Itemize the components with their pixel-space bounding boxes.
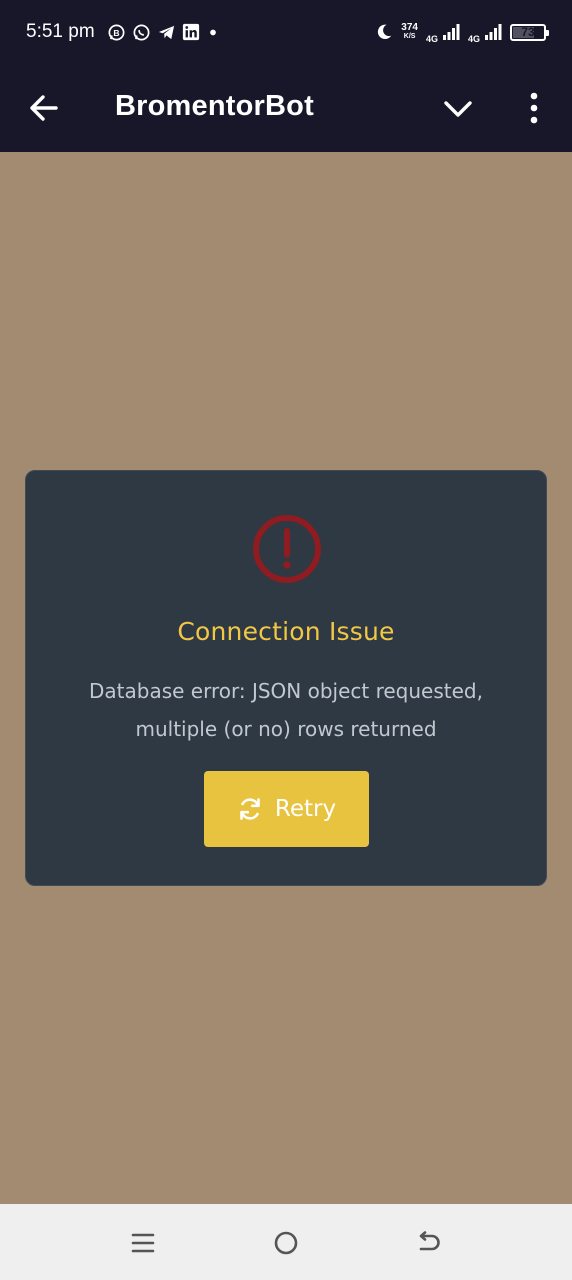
net-speed-unit: K/S [403,33,416,40]
navigation-bar [0,1204,572,1280]
status-right: 374 K/S 4G 4G 73 [375,20,549,44]
network-type-1: 4G [425,34,438,44]
status-bar: 5:51 pm B 374 K/S 4G 4G 73 [0,0,572,64]
home-circle-icon[interactable] [271,1228,301,1258]
top-bar: 5:51 pm B 374 K/S 4G 4G 73 BromentorBot [0,0,572,152]
signal-icon-1 [442,24,460,40]
svg-text:B: B [113,27,119,37]
net-speed: 374 K/S [401,23,418,41]
chevron-down-icon[interactable] [442,98,474,120]
retry-button[interactable]: Retry [204,771,369,847]
dot-icon [209,29,216,35]
network-type-2: 4G [467,34,480,44]
linkedin-icon [182,23,199,41]
error-circle-icon [253,515,321,583]
battery-percentage: 73 [521,25,535,39]
error-message: Database error: JSON object requested, m… [66,672,506,748]
error-card: Connection Issue Database error: JSON ob… [25,470,547,886]
telegram-icon [158,25,174,39]
back-arrow-icon[interactable] [28,94,60,122]
error-message-line-2: multiple (or no) rows returned [135,717,437,741]
retry-label: Retry [274,796,337,822]
status-time: 5:51 pm [26,21,95,42]
back-nav-icon[interactable] [414,1228,444,1258]
net-speed-value: 374 [401,22,418,33]
whatsapp-business-icon: B [108,24,125,40]
recents-menu-icon[interactable] [128,1228,158,1258]
signal-icon-2 [485,24,502,40]
more-vert-icon[interactable] [526,92,542,124]
notification-icons: B [107,23,220,42]
error-title: Connection Issue [177,617,395,646]
whatsapp-icon [133,24,150,40]
error-message-line-1: Database error: JSON object requested, [89,679,483,703]
moon-icon [378,24,392,40]
app-bar: BromentorBot [0,64,572,152]
refresh-icon [240,798,260,820]
page-title: BromentorBot [115,90,314,122]
battery-icon: 73 [510,23,549,41]
